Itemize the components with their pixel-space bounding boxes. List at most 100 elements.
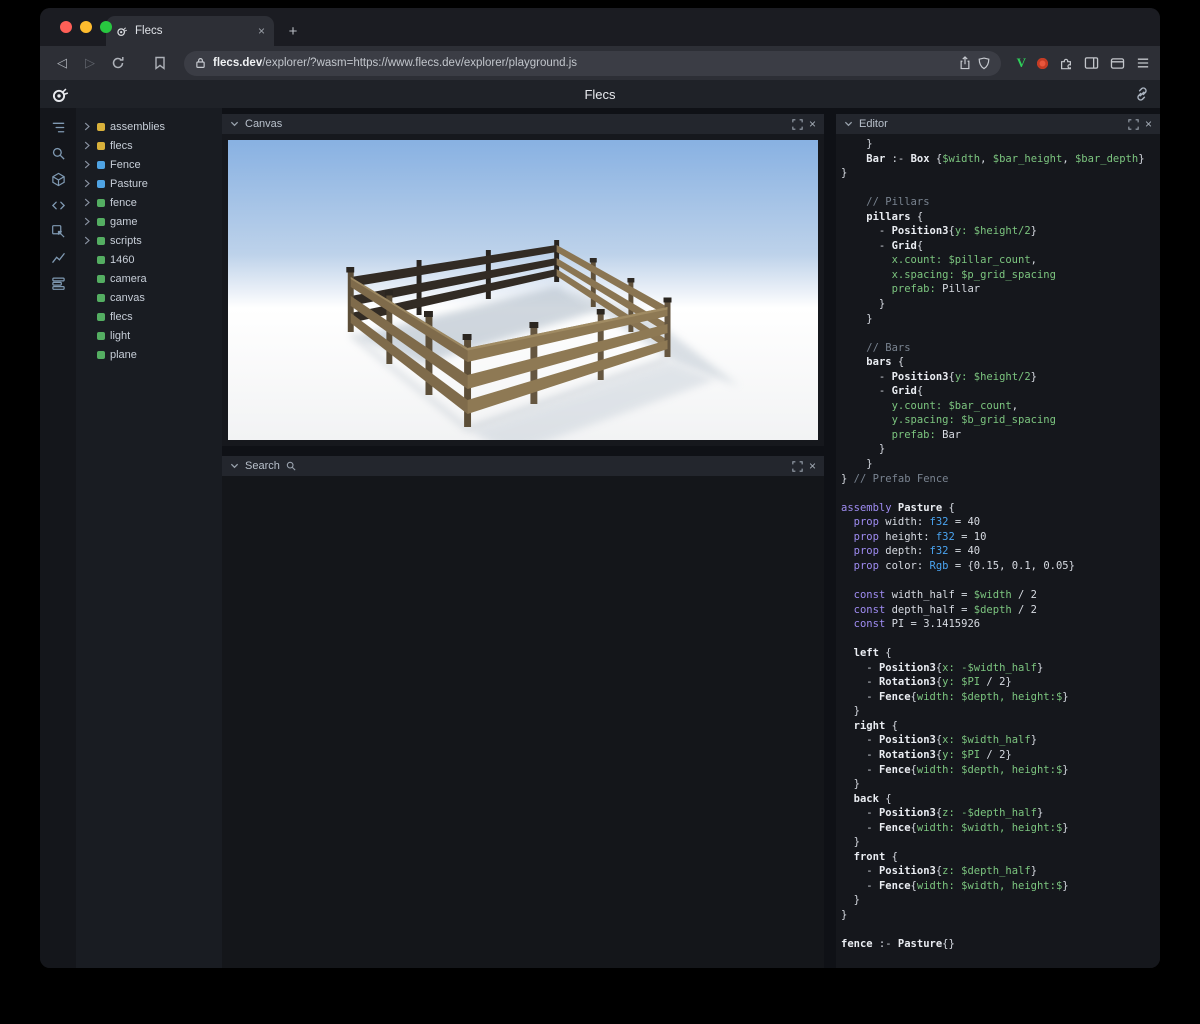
rail-button-scene[interactable]: [45, 170, 71, 188]
center-column: Canvas × Search ×: [222, 108, 830, 968]
rail-button-search[interactable]: [45, 144, 71, 162]
tree-item-Pasture[interactable]: Pasture: [76, 174, 222, 193]
entity-color-chip: [97, 160, 105, 169]
expand-panel-icon[interactable]: [1128, 118, 1139, 130]
zoom-window-button[interactable]: [100, 21, 112, 33]
code-line: Bar :- Box {$width, $bar_height, $bar_de…: [866, 152, 1145, 165]
canvas-3d-view[interactable]: [228, 140, 818, 440]
code-line: prop height: f32 = 10: [853, 530, 987, 543]
icon-rail: [40, 108, 76, 968]
url-text: flecs.dev/explorer/?wasm=https://www.fle…: [213, 57, 952, 69]
entity-label: scripts: [110, 234, 142, 247]
code-line: left {: [853, 647, 892, 660]
brave-shield-icon[interactable]: [978, 56, 990, 70]
entity-color-chip: [97, 312, 105, 321]
collapse-chevron-icon[interactable]: [844, 120, 853, 128]
tree-item-assemblies[interactable]: assemblies: [76, 117, 222, 136]
code-line: const PI = 3.1415926: [853, 618, 981, 631]
code-line: }: [841, 312, 873, 325]
code-line: prop color: Rgb = {0.15, 0.1, 0.05}: [853, 559, 1075, 572]
tree-item-fence[interactable]: fence: [76, 193, 222, 212]
close-panel-icon[interactable]: ×: [1145, 118, 1152, 130]
code-line: }: [841, 138, 873, 150]
entity-color-chip: [97, 255, 105, 264]
tree-item-scripts[interactable]: scripts: [76, 231, 222, 250]
entity-color-chip: [97, 274, 105, 283]
close-panel-icon[interactable]: ×: [809, 460, 816, 472]
tree-item-game[interactable]: game: [76, 212, 222, 231]
entity-label: game: [110, 215, 138, 228]
rail-button-stats[interactable]: [45, 248, 71, 266]
entity-tree: assemblies flecs Fence Pasture fence game scri…: [76, 108, 222, 968]
chevron-right-icon[interactable]: [83, 236, 92, 245]
code-line: - Rotation3{y: $PI / 2}: [841, 676, 1012, 689]
tree-item-plane[interactable]: plane: [76, 345, 222, 364]
browser-window: Flecs × + ◁ ▷ flecs.dev/explorer/?wasm=h…: [40, 8, 1160, 968]
reload-button[interactable]: [106, 51, 130, 75]
rail-button-code[interactable]: [45, 196, 71, 214]
tree-item-flecs[interactable]: flecs: [76, 307, 222, 326]
chevron-right-icon[interactable]: [83, 160, 92, 169]
minimize-window-button[interactable]: [80, 21, 92, 33]
code-line: }: [841, 458, 873, 471]
back-button[interactable]: ◁: [50, 51, 74, 75]
forward-button[interactable]: ▷: [78, 51, 102, 75]
tree-item-1460[interactable]: 1460: [76, 250, 222, 269]
entity-color-chip: [97, 179, 105, 188]
inspect-icon: [51, 224, 66, 239]
tree-item-camera[interactable]: camera: [76, 269, 222, 288]
chevron-right-icon[interactable]: [83, 217, 92, 226]
expand-panel-icon[interactable]: [792, 460, 803, 472]
tree-item-flecs[interactable]: flecs: [76, 136, 222, 155]
close-panel-icon[interactable]: ×: [809, 118, 816, 130]
tab-strip: Flecs × +: [40, 8, 1160, 46]
code-line: }: [841, 443, 886, 456]
tree-item-canvas[interactable]: canvas: [76, 288, 222, 307]
canvas-panel: Canvas ×: [222, 114, 824, 446]
bookmark-icon[interactable]: [148, 51, 172, 75]
entity-color-chip: [97, 217, 105, 226]
rail-button-queries[interactable]: [45, 274, 71, 292]
entity-color-chip: [97, 236, 105, 245]
tab-close-icon[interactable]: ×: [258, 25, 265, 37]
entity-color-chip: [97, 122, 105, 131]
canvas-panel-title: Canvas: [245, 118, 283, 130]
chevron-right-icon[interactable]: [83, 179, 92, 188]
close-window-button[interactable]: [60, 21, 72, 33]
sidebar-toggle-icon[interactable]: [1084, 56, 1099, 70]
rail-button-inspect[interactable]: [45, 222, 71, 240]
collapse-chevron-icon[interactable]: [230, 462, 239, 470]
share-link-icon[interactable]: [1120, 86, 1150, 102]
code-line: }: [841, 778, 860, 791]
extension-red-icon[interactable]: [1037, 57, 1048, 69]
browser-tab-flecs[interactable]: Flecs ×: [106, 16, 274, 46]
expand-panel-icon[interactable]: [792, 118, 803, 130]
collapse-chevron-icon[interactable]: [230, 120, 239, 128]
extensions-puzzle-icon[interactable]: [1059, 56, 1073, 70]
canvas-body: [222, 134, 824, 446]
window-controls: [60, 21, 112, 33]
entity-label: flecs: [110, 310, 133, 323]
code-line: - Position3{x: $width_half}: [841, 734, 1038, 747]
address-bar[interactable]: flecs.dev/explorer/?wasm=https://www.fle…: [184, 50, 1001, 76]
code-line: } // Prefab Fence: [841, 472, 949, 485]
chevron-right-icon[interactable]: [83, 198, 92, 207]
rail-button-entity-tree[interactable]: [45, 118, 71, 136]
chevron-right-icon[interactable]: [83, 141, 92, 150]
wallet-icon[interactable]: [1110, 57, 1125, 70]
chevron-right-icon[interactable]: [83, 122, 92, 131]
editor-code[interactable]: } Bar :- Box {$width, $bar_height, $bar_…: [836, 134, 1160, 968]
extension-area: V: [1017, 55, 1150, 71]
canvas-panel-header: Canvas ×: [222, 114, 824, 134]
menu-icon[interactable]: [1136, 57, 1150, 69]
share-icon[interactable]: [959, 56, 971, 70]
code-line: const width_half = $width / 2: [853, 588, 1038, 601]
code-line: fence :- Pasture{}: [841, 938, 955, 951]
tree-item-Fence[interactable]: Fence: [76, 155, 222, 174]
flecs-explorer-page: Flecs assemblies flecs Fence Pasture fence ga…: [40, 80, 1160, 968]
new-tab-button[interactable]: +: [280, 18, 306, 44]
extension-v-icon[interactable]: V: [1017, 55, 1026, 71]
tree-item-light[interactable]: light: [76, 326, 222, 345]
